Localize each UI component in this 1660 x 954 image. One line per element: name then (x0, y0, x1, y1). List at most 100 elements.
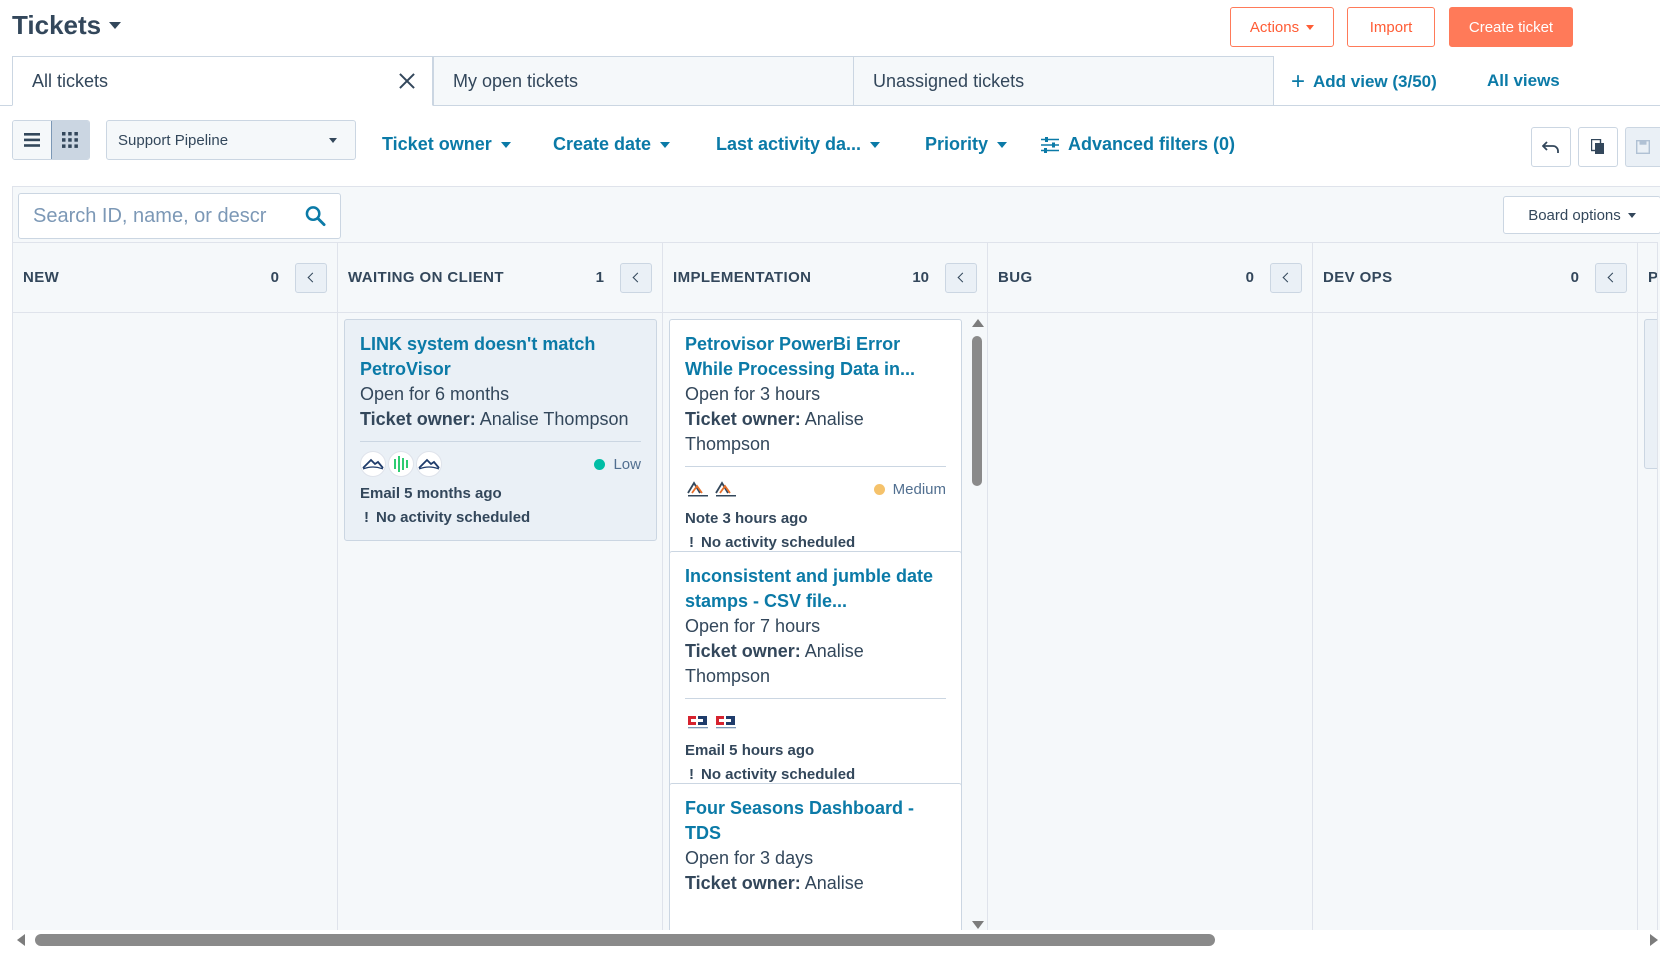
last-activity: Email 5 months ago (360, 485, 502, 502)
column-implementation: IMPLEMENTATION 10 Petrovisor PowerBi Err… (663, 242, 988, 936)
ticket-title-line: TDS (685, 823, 721, 843)
company-logo-icon[interactable] (713, 708, 739, 734)
chevron-down-icon (1627, 212, 1636, 218)
scroll-down-arrow-icon[interactable] (972, 921, 984, 929)
ticket-open-for: Open for 6 months (360, 384, 510, 404)
clone-view-button[interactable] (1578, 127, 1618, 167)
actions-button[interactable]: Actions (1230, 7, 1334, 47)
chevron-down-icon (997, 141, 1008, 148)
column-scrollbar[interactable] (969, 313, 985, 935)
filter-priority[interactable]: Priority (925, 134, 1008, 155)
priority-label: Low (613, 455, 641, 473)
tab-unassigned-tickets[interactable]: Unassigned tickets (853, 56, 1274, 106)
column-body: LINK system doesn't match PetroVisor Ope… (338, 313, 662, 935)
associated-companies (685, 476, 739, 502)
ticket-meta (685, 707, 946, 735)
column-header: P (1638, 242, 1657, 313)
ticket-owner-name-cont: Thompson (685, 666, 771, 686)
company-logo-icon[interactable] (416, 451, 442, 477)
filter-label: Last activity da... (716, 134, 862, 154)
filter-sliders-icon (1041, 136, 1059, 153)
create-ticket-button[interactable]: Create ticket (1449, 7, 1573, 47)
collapse-column-button[interactable] (1270, 262, 1302, 293)
plus-icon: + (1291, 68, 1306, 95)
ticket-title[interactable]: LINK system doesn't match PetroVisor (360, 332, 641, 382)
ticket-owner: Ticket owner: Analise (685, 871, 946, 896)
column-header: BUG 0 (988, 242, 1312, 313)
collapse-column-button[interactable] (945, 262, 977, 293)
close-icon[interactable] (396, 70, 418, 92)
filter-ticket-owner[interactable]: Ticket owner (382, 134, 511, 155)
chevron-left-icon (1607, 272, 1618, 283)
import-label: Import (1369, 18, 1413, 36)
page-title[interactable]: Tickets (12, 10, 122, 41)
board-options-button[interactable]: Board options (1503, 196, 1660, 234)
search-box[interactable] (18, 193, 341, 239)
board-view-button[interactable] (50, 121, 89, 159)
divider (685, 466, 946, 467)
company-logo-icon[interactable] (360, 451, 386, 477)
filter-label: Create date (553, 134, 652, 154)
column-title: BUG (998, 269, 1033, 286)
collapse-column-button[interactable] (1595, 262, 1627, 293)
board-horizontal-scrollbar[interactable] (12, 930, 1660, 950)
save-icon (1636, 140, 1650, 154)
ticket-title[interactable]: Four Seasons Dashboard - TDS (685, 796, 946, 846)
company-logo-icon[interactable] (685, 708, 711, 734)
ticket-title[interactable]: Inconsistent and jumble date stamps - CS… (685, 564, 946, 614)
ticket-card[interactable] (1644, 319, 1657, 469)
board-options-label: Board options (1528, 206, 1621, 224)
scroll-up-arrow-icon[interactable] (972, 319, 984, 327)
save-view-button[interactable] (1625, 127, 1660, 167)
pipeline-select[interactable]: Support Pipeline (106, 120, 356, 160)
all-views-link[interactable]: All views (1487, 71, 1560, 91)
tab-my-open-tickets[interactable]: My open tickets (433, 56, 854, 106)
import-button[interactable]: Import (1347, 7, 1435, 47)
copy-icon (1591, 139, 1604, 154)
search-input[interactable] (33, 204, 295, 228)
filter-create-date[interactable]: Create date (553, 134, 671, 155)
column-title: P (1648, 269, 1657, 286)
scrollbar-thumb[interactable] (35, 934, 1215, 946)
chevron-left-icon (957, 272, 968, 283)
ticket-card[interactable]: Petrovisor PowerBi Error While Processin… (669, 319, 962, 566)
scrollbar-thumb[interactable] (972, 336, 982, 486)
scroll-right-arrow-icon[interactable] (1650, 934, 1658, 946)
add-view-link[interactable]: + Add view (3/50) (1291, 70, 1437, 94)
undo-button[interactable] (1531, 127, 1571, 167)
ticket-card[interactable]: LINK system doesn't match PetroVisor Ope… (344, 319, 657, 541)
column-title: DEV OPS (1323, 269, 1393, 286)
column-header: DEV OPS 0 (1313, 242, 1637, 313)
search-icon[interactable] (305, 205, 326, 227)
column-count: 10 (912, 269, 929, 286)
add-view-label: Add view (3/50) (1313, 72, 1437, 91)
column-count: 0 (270, 269, 279, 286)
chevron-left-icon (1282, 272, 1293, 283)
collapse-column-button[interactable] (620, 262, 652, 293)
board: Board options NEW 0 WAITING ON CLIENT 1 (12, 186, 1660, 936)
advanced-filters-button[interactable]: Advanced filters (0) (1041, 134, 1235, 155)
company-logo-icon[interactable] (685, 476, 711, 502)
list-view-button[interactable] (13, 121, 51, 159)
actions-label: Actions (1249, 18, 1300, 36)
column-body (988, 313, 1312, 935)
column-header: NEW 0 (13, 242, 337, 313)
page-title-text: Tickets (12, 10, 102, 40)
board-columns: NEW 0 WAITING ON CLIENT 1 LINK system do… (13, 242, 1660, 936)
company-logo-icon[interactable] (713, 476, 739, 502)
tab-all-tickets[interactable]: All tickets (12, 56, 433, 106)
ticket-owner-name: Analise (804, 409, 864, 429)
ticket-title[interactable]: Petrovisor PowerBi Error While Processin… (685, 332, 946, 382)
company-logo-icon[interactable] (388, 451, 414, 477)
collapse-column-button[interactable] (295, 262, 327, 293)
ticket-meta: Medium (685, 475, 946, 503)
last-activity: Email 5 hours ago (685, 742, 815, 759)
undo-icon (1542, 141, 1559, 153)
advanced-filters-label: Advanced filters (0) (1068, 134, 1236, 154)
filter-last-activity-date[interactable]: Last activity da... (716, 134, 881, 155)
ticket-card[interactable]: Inconsistent and jumble date stamps - CS… (669, 551, 962, 798)
ticket-card[interactable]: Four Seasons Dashboard - TDS Open for 3 … (669, 783, 962, 935)
scroll-left-arrow-icon[interactable] (17, 934, 25, 946)
priority-dot-icon (873, 483, 885, 495)
chevron-down-icon (870, 141, 881, 148)
